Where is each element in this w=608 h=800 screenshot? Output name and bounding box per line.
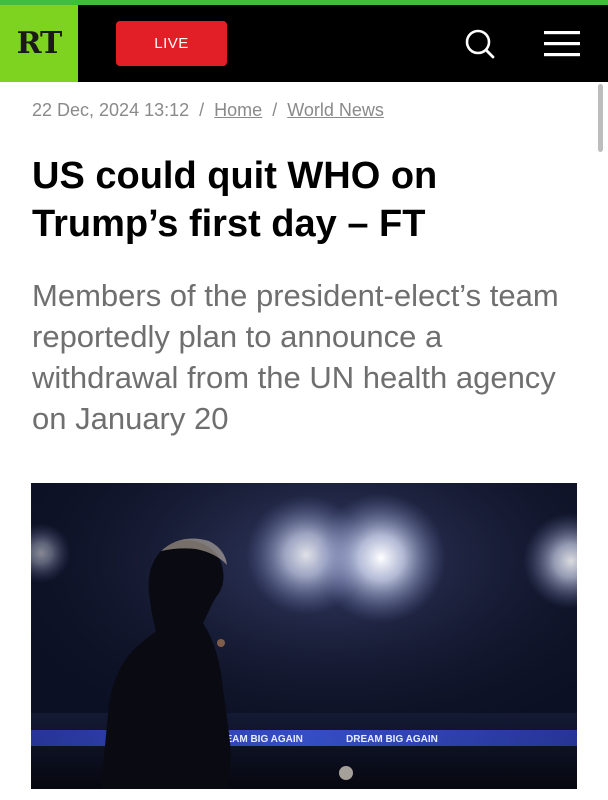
breadcrumb-link-world-news[interactable]: World News xyxy=(287,100,384,120)
article-subtitle: Members of the president-elect’s team re… xyxy=(32,278,559,436)
live-button[interactable]: LIVE xyxy=(116,21,227,66)
banner-text: DREAM BIG AGAIN xyxy=(346,734,438,745)
search-icon xyxy=(465,29,495,59)
hero-photo: DREAM BIG AGAIN DREAM BIG AGAIN xyxy=(31,483,577,789)
breadcrumb: 22 Dec, 2024 13:12 / Home / World News xyxy=(32,100,384,121)
breadcrumb-link-home[interactable]: Home xyxy=(214,100,262,120)
menu-button[interactable] xyxy=(540,25,584,63)
publish-date: 22 Dec, 2024 13:12 xyxy=(32,100,190,120)
page-scrollbar[interactable] xyxy=(598,84,603,152)
breadcrumb-separator: / xyxy=(272,100,278,120)
article-hero-image[interactable]: DREAM BIG AGAIN DREAM BIG AGAIN xyxy=(31,483,577,789)
breadcrumb-separator: / xyxy=(199,100,205,120)
hamburger-menu-icon xyxy=(544,31,580,57)
search-button[interactable] xyxy=(460,25,500,63)
logo-text: RT xyxy=(16,26,63,61)
rt-logo[interactable]: RT xyxy=(0,5,78,82)
article-headline: US could quit WHO on Trump’s first day –… xyxy=(32,155,438,245)
top-navigation-bar: RT LIVE xyxy=(0,5,608,82)
